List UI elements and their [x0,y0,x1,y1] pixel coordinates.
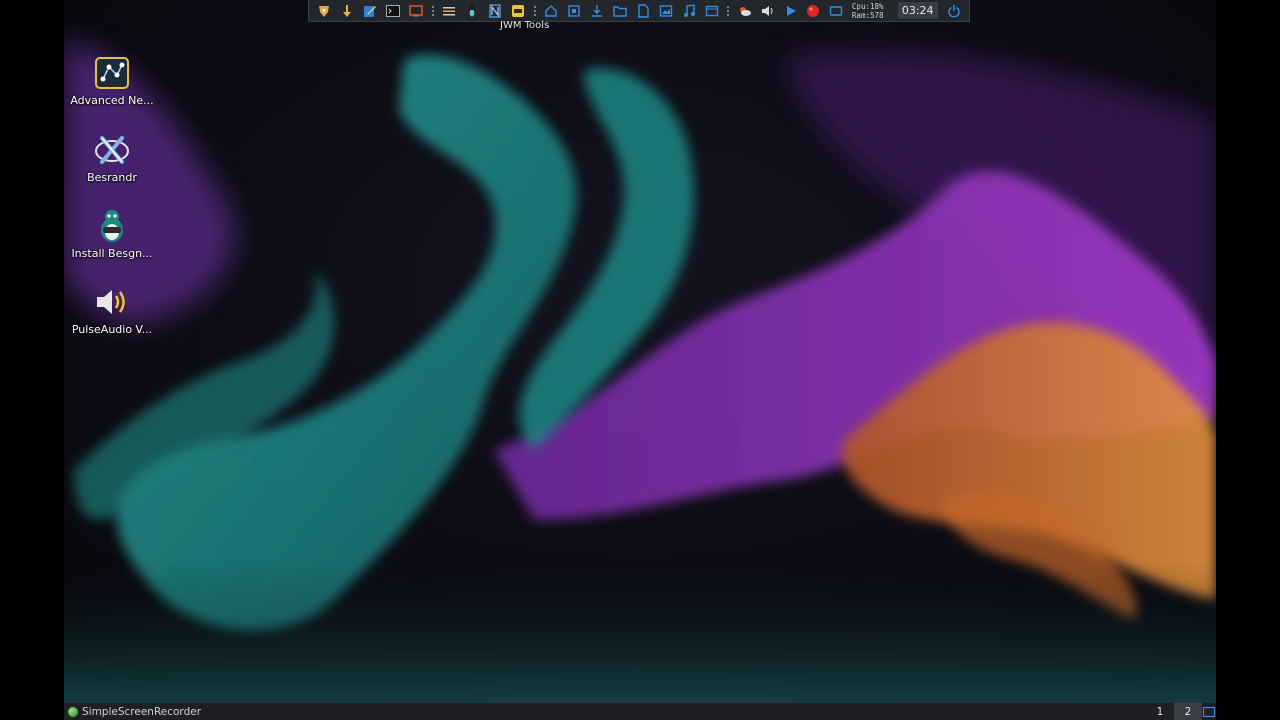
screenrecorder-icon [68,706,78,717]
window-icon[interactable] [564,1,584,21]
jwm-tools-icon[interactable] [485,1,505,21]
desktop-icon-label: Advanced Ne... [70,94,154,107]
ram-usage: Ram:578 [851,10,884,20]
system-monitor: Cpu:18% Ram:578 [852,2,892,20]
display-settings-icon [94,132,130,168]
workspace-pager: 1 2 [1146,702,1202,720]
menu-lines-icon[interactable] [439,1,459,21]
cpu-usage: Cpu:18% [851,1,884,11]
weather-icon[interactable] [735,1,755,21]
taskbar-item-simplescreenrecorder[interactable]: SimpleScreenRecorder [64,706,201,718]
workspace-2[interactable]: 2 [1174,702,1202,720]
screen-icon[interactable] [406,1,426,21]
top-panel: Cpu:18% Ram:578 03:24 [308,0,970,22]
download-arrow-icon[interactable] [337,1,357,21]
desktop-icon-besrandr[interactable]: Besrandr [64,132,160,184]
yellow-app-icon[interactable] [508,1,528,21]
terminal-icon[interactable] [383,1,403,21]
brave-lion-icon[interactable] [315,1,335,21]
home-icon[interactable] [541,1,561,21]
tooltip: JWM Tools [500,20,550,31]
folder-open-icon[interactable] [610,1,630,21]
document-icon[interactable] [633,1,653,21]
show-desktop-icon[interactable] [1202,703,1216,720]
panel-separator [430,3,436,19]
music-icon[interactable] [679,1,699,21]
panel-separator [532,3,538,19]
play-icon[interactable] [781,1,801,21]
bottom-taskbar: SimpleScreenRecorder 1 2 [64,702,1216,720]
desktop-wallpaper [64,0,1216,702]
workspace-1[interactable]: 1 [1146,703,1174,720]
installer-penguin-icon [94,208,130,244]
clock[interactable]: 03:24 [897,2,938,19]
desktop-icon-label: Install Besgn... [71,247,153,260]
desktop-icon-pulseaudio-volume[interactable]: PulseAudio V... [64,284,160,336]
record-icon[interactable] [804,1,824,21]
power-icon[interactable] [944,1,964,21]
desktop-screen: Cpu:18% Ram:578 03:24 JWM Tools Advanced… [64,0,1216,720]
desktop-icon-advanced-network[interactable]: Advanced Ne... [64,55,160,107]
taskbar-item-label: SimpleScreenRecorder [82,705,202,718]
text-editor-icon[interactable] [360,1,380,21]
desktop-icon-label: Besrandr [87,171,137,184]
video-icon[interactable] [702,1,722,21]
pictures-icon[interactable] [656,1,676,21]
network-manager-icon [94,55,130,91]
desktop-icon-label: PulseAudio V... [71,323,153,336]
tux-icon[interactable] [462,1,482,21]
speaker-icon [94,284,130,320]
desktop-icon-install-besgnulinux[interactable]: Install Besgn... [64,208,160,260]
panel-separator [725,3,731,19]
downloads-icon[interactable] [587,1,607,21]
volume-icon[interactable] [758,1,778,21]
screen-outline-icon[interactable] [826,1,846,21]
